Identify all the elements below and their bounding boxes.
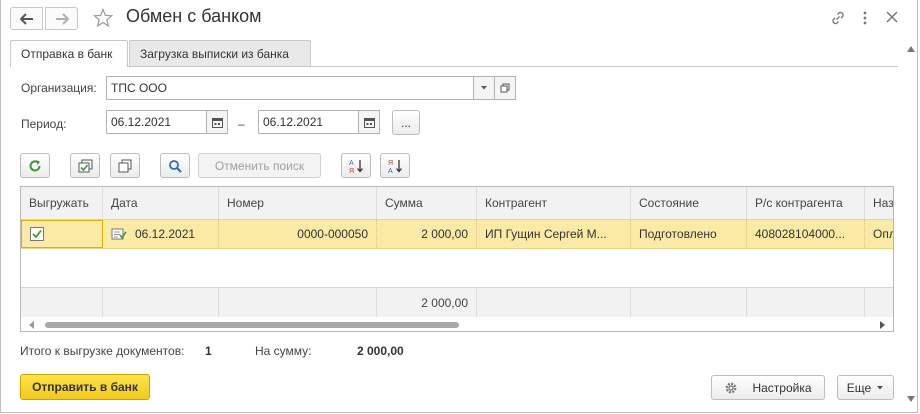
date-to-calendar-button[interactable] <box>358 110 380 134</box>
copy-icon <box>118 159 132 172</box>
organization-open-button[interactable] <box>494 76 516 100</box>
favorite-star-icon[interactable] <box>92 7 114 31</box>
footer-cell-empty <box>747 288 865 317</box>
column-header-date[interactable]: Дата <box>103 187 219 219</box>
column-header-state[interactable]: Состояние <box>631 187 747 219</box>
row-date-cell: 06.12.2021 <box>103 220 219 248</box>
svg-text:А: А <box>349 160 354 167</box>
scroll-left-icon[interactable] <box>29 321 35 329</box>
chevron-down-icon <box>877 385 884 389</box>
tab-divider <box>10 66 898 67</box>
copy-button[interactable] <box>110 153 140 178</box>
scroll-down-icon[interactable] <box>907 396 915 402</box>
document-posted-icon <box>111 228 127 240</box>
search-button[interactable] <box>160 153 190 178</box>
table-header: Выгружать Дата Номер Сумма Контрагент Со… <box>21 187 893 220</box>
horizontal-scroll-thumb[interactable] <box>45 322 459 328</box>
sum-total-value: 2 000,00 <box>357 344 404 358</box>
date-to-input[interactable]: 06.12.2021 <box>258 110 360 134</box>
more-button[interactable]: Еще <box>837 375 894 400</box>
row-number: 0000-000050 <box>219 220 377 248</box>
horizontal-scrollbar[interactable] <box>21 318 893 331</box>
gear-icon <box>726 382 737 393</box>
svg-text:Я: Я <box>349 168 354 174</box>
sum-total-label: На сумму: <box>255 344 312 358</box>
footer-cell-empty <box>631 288 747 317</box>
row-date: 06.12.2021 <box>135 227 196 241</box>
link-icon[interactable] <box>830 10 846 29</box>
organization-label: Организация: <box>21 81 97 95</box>
row-counterparty: ИП Гущин Сергей М... <box>477 220 631 248</box>
send-to-bank-button[interactable]: Отправить в банк <box>20 374 150 400</box>
date-from-calendar-button[interactable] <box>206 110 228 134</box>
forward-button[interactable] <box>45 7 78 30</box>
search-icon <box>169 159 182 173</box>
scroll-up-icon[interactable] <box>907 46 915 52</box>
column-header-purpose[interactable]: Наз <box>865 187 893 219</box>
window-title: Обмен с банком <box>126 6 262 26</box>
more-label: Еще <box>846 380 872 395</box>
tab-send-to-bank[interactable]: Отправка в банк <box>10 40 128 67</box>
footer-cell-empty <box>477 288 631 317</box>
settings-label: Настройка <box>752 380 812 395</box>
settings-button[interactable]: Настройка <box>711 375 825 400</box>
column-header-account[interactable]: Р/с контрагента <box>747 187 865 219</box>
sort-ascending-icon: А Я <box>349 159 363 174</box>
footer-cell-empty <box>103 288 219 317</box>
footer-cell-empty <box>865 288 893 317</box>
footer-cell-empty <box>21 288 103 317</box>
period-dash: – <box>238 117 245 131</box>
checkbox-checked-icon[interactable] <box>30 227 44 241</box>
arrow-left-icon <box>19 12 33 25</box>
column-header-number[interactable]: Номер <box>219 187 377 219</box>
close-icon[interactable] <box>885 10 899 27</box>
calendar-icon <box>211 117 223 128</box>
calendar-icon <box>363 117 375 128</box>
period-label: Период: <box>21 117 67 131</box>
scroll-right-icon[interactable] <box>879 321 885 329</box>
sort-descending-icon: Я А <box>388 159 402 174</box>
svg-text:А: А <box>388 168 393 174</box>
organization-dropdown-button[interactable] <box>473 76 495 100</box>
svg-text:Я: Я <box>388 160 393 167</box>
cancel-search-button[interactable]: Отменить поиск <box>198 153 321 178</box>
row-purpose: Опл <box>873 227 894 241</box>
tab-load-statement[interactable]: Загрузка выписки из банка <box>129 40 311 66</box>
row-sum: 2 000,00 <box>377 220 477 248</box>
docs-total-count: 1 <box>205 344 212 358</box>
vertical-scrollbar[interactable] <box>906 44 916 404</box>
column-header-sum[interactable]: Сумма <box>377 187 477 219</box>
row-account: 408028104000... <box>747 220 865 248</box>
check-all-icon <box>78 159 92 172</box>
footer-sum: 2 000,00 <box>377 288 477 317</box>
organization-input[interactable]: ТПС ООО <box>106 76 474 100</box>
table-row[interactable]: 06.12.2021 0000-000050 2 000,00 ИП Гущин… <box>21 220 893 249</box>
export-checkbox-cell[interactable] <box>21 220 103 248</box>
period-select-button[interactable]: ... <box>392 110 420 135</box>
open-form-icon <box>500 83 510 93</box>
sort-descending-button[interactable]: Я А <box>380 153 410 178</box>
sort-ascending-button[interactable]: А Я <box>341 153 371 178</box>
more-vertical-icon[interactable] <box>862 10 868 29</box>
row-state: Подготовлено <box>631 220 747 248</box>
column-header-counterparty[interactable]: Контрагент <box>477 187 631 219</box>
check-all-button[interactable] <box>70 153 100 178</box>
documents-table[interactable]: Выгружать Дата Номер Сумма Контрагент Со… <box>20 186 894 332</box>
column-header-export[interactable]: Выгружать <box>21 187 103 219</box>
table-footer: 2 000,00 <box>21 287 893 317</box>
docs-total-label: Итого к выгрузке документов: <box>20 344 185 358</box>
footer-cell-empty <box>219 288 377 317</box>
back-button[interactable] <box>10 7 43 30</box>
arrow-right-icon <box>55 12 69 25</box>
refresh-icon <box>29 159 41 171</box>
date-from-input[interactable]: 06.12.2021 <box>106 110 208 134</box>
chevron-down-icon <box>481 86 487 90</box>
refresh-button[interactable] <box>20 153 50 178</box>
